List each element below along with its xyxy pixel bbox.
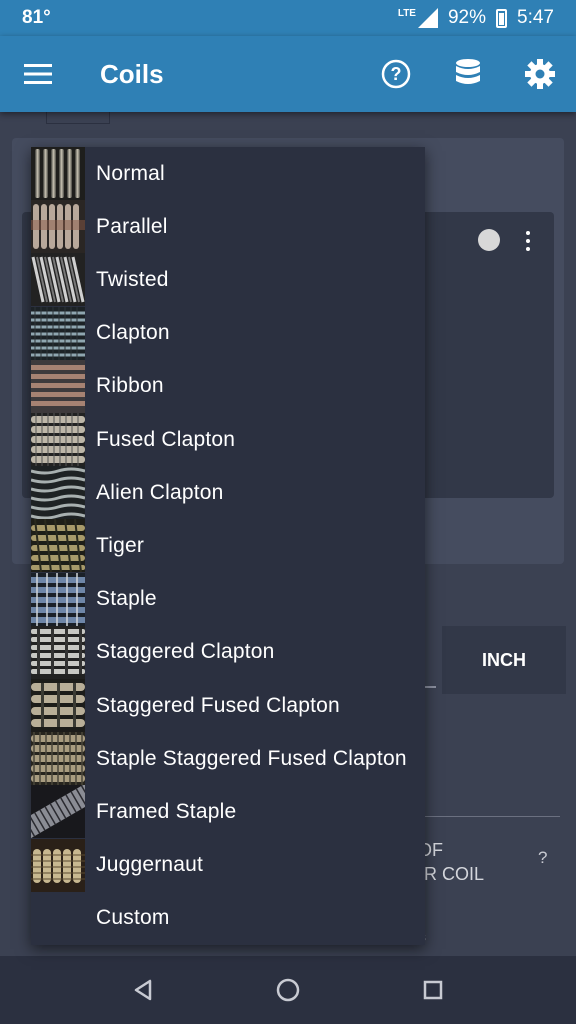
settings-icon[interactable] xyxy=(504,36,576,112)
svg-text:?: ? xyxy=(391,64,402,84)
coil-option-parallel[interactable]: Parallel xyxy=(31,200,425,254)
alien-clapton-coil-thumbnail xyxy=(31,466,85,520)
empty-thumbnail xyxy=(31,892,85,945)
option-label: Clapton xyxy=(96,321,170,345)
option-label: Custom xyxy=(96,906,170,930)
help-icon[interactable]: ? xyxy=(360,36,432,112)
coil-option-fused-clapton[interactable]: Fused Clapton xyxy=(31,413,425,467)
database-icon[interactable] xyxy=(432,36,504,112)
option-label: Staggered Fused Clapton xyxy=(96,693,340,717)
signal-icon xyxy=(417,8,438,28)
recents-icon[interactable] xyxy=(403,960,463,1020)
staple-coil-thumbnail xyxy=(31,572,85,626)
battery-percent: 92% xyxy=(447,7,487,28)
coil-option-normal[interactable]: Normal xyxy=(31,147,425,201)
coil-option-framed-staple[interactable]: Framed Staple xyxy=(31,785,425,839)
option-label: Parallel xyxy=(96,214,168,238)
option-label: Alien Clapton xyxy=(96,480,224,504)
coil-option-ribbon[interactable]: Ribbon xyxy=(31,359,425,413)
framed-staple-coil-thumbnail xyxy=(31,785,85,839)
option-label: Framed Staple xyxy=(96,799,237,823)
option-label: Staple xyxy=(96,587,157,611)
twisted-coil-thumbnail xyxy=(31,253,85,307)
more-options-icon[interactable] xyxy=(524,231,532,251)
tab-indicator xyxy=(46,112,110,124)
inch-button[interactable]: INCH xyxy=(442,626,566,694)
temperature-text: 81° xyxy=(22,7,51,28)
staple-staggered-fused-clapton-coil-thumbnail xyxy=(31,732,85,786)
status-bar: 81° LTE 92% 5:47 xyxy=(0,0,576,36)
color-dot[interactable] xyxy=(478,229,500,251)
home-icon[interactable] xyxy=(258,960,318,1020)
option-label: Fused Clapton xyxy=(96,427,236,451)
option-label: Staple Staggered Fused Clapton xyxy=(96,746,407,770)
back-icon[interactable] xyxy=(113,960,173,1020)
coil-option-twisted[interactable]: Twisted xyxy=(31,253,425,307)
coil-option-juggernaut[interactable]: Juggernaut xyxy=(31,838,425,892)
network-type: LTE xyxy=(397,7,416,19)
clapton-coil-thumbnail xyxy=(31,306,85,360)
juggernaut-coil-thumbnail xyxy=(31,838,85,892)
tiger-coil-thumbnail xyxy=(31,519,85,573)
coil-type-dropdown: Normal Parallel Twisted Clapton Ribbon F… xyxy=(31,147,425,945)
option-label: Tiger xyxy=(96,533,145,557)
clock-text: 5:47 xyxy=(517,7,554,28)
help-mark[interactable]: ? xyxy=(538,848,547,868)
parallel-coil-thumbnail xyxy=(31,200,85,254)
menu-icon[interactable] xyxy=(0,36,76,112)
staggered-fused-clapton-coil-thumbnail xyxy=(31,679,85,733)
coil-option-staple-staggered-fused-clapton[interactable]: Staple Staggered Fused Clapton xyxy=(31,732,425,786)
system-nav-bar xyxy=(0,956,576,1024)
divider xyxy=(410,816,560,817)
coil-option-staggered-fused-clapton[interactable]: Staggered Fused Clapton xyxy=(31,679,425,733)
ribbon-coil-thumbnail xyxy=(31,359,85,413)
coil-option-tiger[interactable]: Tiger xyxy=(31,519,425,573)
coil-option-staple[interactable]: Staple xyxy=(31,572,425,626)
option-label: Ribbon xyxy=(96,374,164,398)
coil-option-staggered-clapton[interactable]: Staggered Clapton xyxy=(31,625,425,679)
option-label: Staggered Clapton xyxy=(96,640,275,664)
coil-option-custom[interactable]: Custom xyxy=(31,892,425,945)
battery-icon xyxy=(496,8,508,28)
fused-clapton-coil-thumbnail xyxy=(31,413,85,467)
coil-option-clapton[interactable]: Clapton xyxy=(31,306,425,360)
option-label: Normal xyxy=(96,161,165,185)
page-title: Coils xyxy=(100,58,164,89)
option-label: Juggernaut xyxy=(96,853,204,877)
option-label: Twisted xyxy=(96,267,169,291)
coil-option-alien-clapton[interactable]: Alien Clapton xyxy=(31,466,425,520)
staggered-clapton-coil-thumbnail xyxy=(31,625,85,679)
normal-coil-thumbnail xyxy=(31,147,85,201)
app-bar: Coils ? xyxy=(0,36,576,112)
